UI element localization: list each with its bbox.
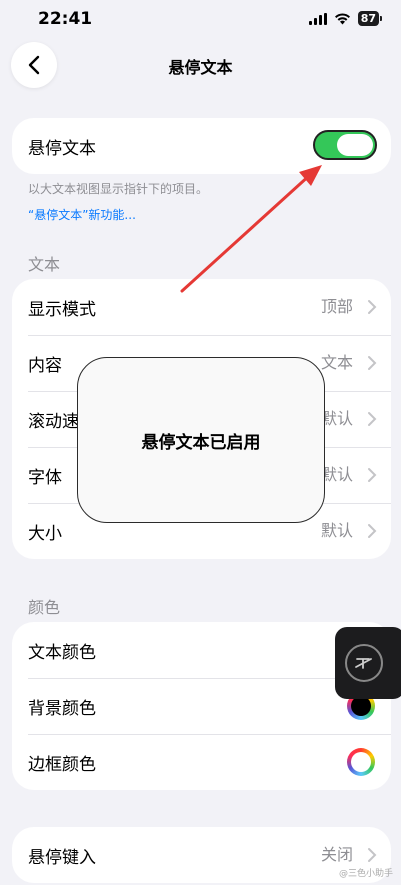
row-label: 字体 [28, 467, 62, 488]
border-color-swatch[interactable] [347, 748, 375, 776]
floating-widget[interactable] [335, 627, 401, 699]
whats-new-link[interactable]: “悬停文本”新功能... [28, 206, 136, 223]
chevron-right-icon [368, 848, 377, 862]
display-mode-row[interactable]: 显示模式 顶部 [12, 279, 391, 335]
chevron-right-icon [368, 356, 377, 370]
hover-text-popup: 悬停文本已启用 [77, 357, 325, 523]
hover-text-toggle[interactable] [313, 130, 377, 160]
chevron-right-icon [368, 524, 377, 538]
hover-text-label: 悬停文本 [28, 138, 96, 159]
wifi-icon [334, 12, 350, 24]
row-label: 内容 [28, 355, 62, 376]
watermark: @三色小助手 [338, 869, 393, 879]
row-label: 悬停键入 [28, 847, 96, 868]
row-value: 默认 [320, 465, 353, 484]
chevron-right-icon [368, 300, 377, 314]
nav-bar: 悬停文本 [0, 40, 401, 90]
border-color-row[interactable]: 边框颜色 [12, 734, 391, 790]
page-title: 悬停文本 [168, 58, 233, 77]
popup-text: 悬停文本已启用 [141, 432, 261, 453]
row-label: 文本颜色 [28, 642, 96, 663]
row-value: 默认 [320, 521, 353, 540]
row-label: 边框颜色 [28, 754, 96, 775]
battery-indicator: 87 [357, 11, 383, 26]
status-bar: 22:41 87 [0, 0, 401, 40]
row-value: 文本 [320, 353, 353, 372]
text-section-header: 文本 [28, 255, 61, 274]
hover-text-row: 悬停文本 [12, 118, 391, 174]
signal-icon [308, 12, 327, 25]
status-time: 22:41 [38, 9, 93, 29]
hover-text-description: 以大文本视图显示指针下的项目。 [28, 182, 209, 196]
hover-typing-row[interactable]: 悬停键入 关闭 [12, 827, 391, 883]
row-label: 背景颜色 [28, 698, 96, 719]
widget-icon [345, 644, 383, 682]
status-icons: 87 [308, 11, 383, 26]
row-label: 大小 [28, 523, 62, 544]
chevron-right-icon [368, 412, 377, 426]
chevron-right-icon [368, 468, 377, 482]
row-value: 顶部 [320, 297, 353, 316]
toggle-knob [337, 134, 373, 156]
row-value: 默认 [320, 409, 353, 428]
hover-typing-card: 悬停键入 关闭 [12, 827, 391, 883]
row-label: 显示模式 [28, 299, 96, 320]
hover-text-card: 悬停文本 [12, 118, 391, 174]
color-section-header: 颜色 [28, 598, 61, 617]
text-cursor-icon [355, 658, 372, 669]
